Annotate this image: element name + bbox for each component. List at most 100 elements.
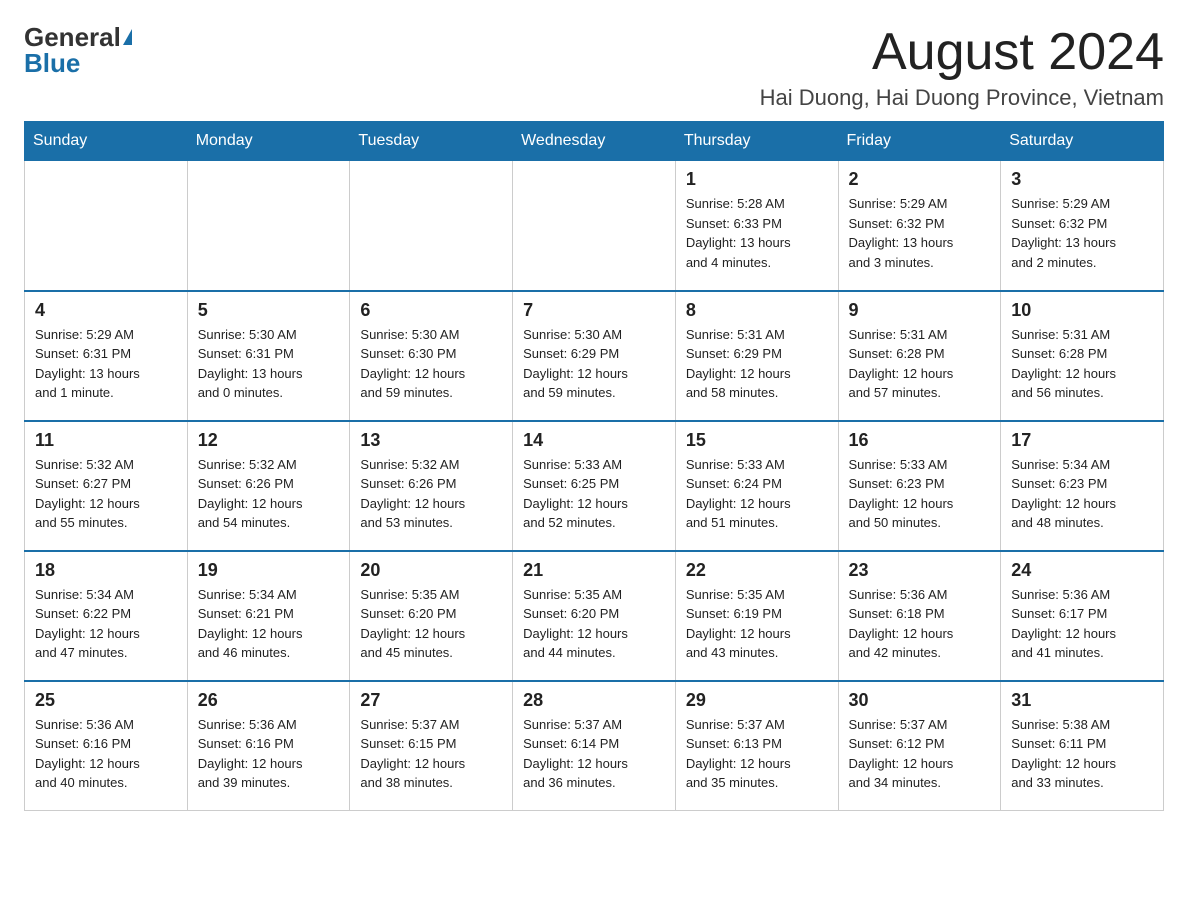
day-info: Sunrise: 5:33 AMSunset: 6:24 PMDaylight:…: [686, 455, 828, 533]
calendar-cell: [187, 161, 350, 291]
day-number: 26: [198, 690, 340, 711]
weekday-header-row: SundayMondayTuesdayWednesdayThursdayFrid…: [25, 122, 1164, 161]
day-number: 5: [198, 300, 340, 321]
day-info: Sunrise: 5:30 AMSunset: 6:30 PMDaylight:…: [360, 325, 502, 403]
day-info: Sunrise: 5:33 AMSunset: 6:25 PMDaylight:…: [523, 455, 665, 533]
day-info: Sunrise: 5:37 AMSunset: 6:15 PMDaylight:…: [360, 715, 502, 793]
calendar-cell: 8 Sunrise: 5:31 AMSunset: 6:29 PMDaylight…: [675, 291, 838, 421]
calendar-cell: 2 Sunrise: 5:29 AMSunset: 6:32 PMDaylight…: [838, 161, 1001, 291]
calendar-cell: 26 Sunrise: 5:36 AMSunset: 6:16 PMDayligh…: [187, 681, 350, 811]
calendar-cell: 16 Sunrise: 5:33 AMSunset: 6:23 PMDayligh…: [838, 421, 1001, 551]
day-number: 29: [686, 690, 828, 711]
calendar-cell: 17 Sunrise: 5:34 AMSunset: 6:23 PMDayligh…: [1001, 421, 1164, 551]
day-info: Sunrise: 5:35 AMSunset: 6:19 PMDaylight:…: [686, 585, 828, 663]
day-number: 4: [35, 300, 177, 321]
day-info: Sunrise: 5:29 AMSunset: 6:31 PMDaylight:…: [35, 325, 177, 403]
day-info: Sunrise: 5:37 AMSunset: 6:12 PMDaylight:…: [849, 715, 991, 793]
calendar-cell: 28 Sunrise: 5:37 AMSunset: 6:14 PMDayligh…: [513, 681, 676, 811]
day-info: Sunrise: 5:36 AMSunset: 6:18 PMDaylight:…: [849, 585, 991, 663]
calendar-cell: 29 Sunrise: 5:37 AMSunset: 6:13 PMDayligh…: [675, 681, 838, 811]
day-info: Sunrise: 5:31 AMSunset: 6:29 PMDaylight:…: [686, 325, 828, 403]
day-info: Sunrise: 5:36 AMSunset: 6:16 PMDaylight:…: [35, 715, 177, 793]
weekday-header-monday: Monday: [187, 122, 350, 161]
day-number: 28: [523, 690, 665, 711]
calendar-cell: 10 Sunrise: 5:31 AMSunset: 6:28 PMDayligh…: [1001, 291, 1164, 421]
day-info: Sunrise: 5:32 AMSunset: 6:27 PMDaylight:…: [35, 455, 177, 533]
calendar-cell: 27 Sunrise: 5:37 AMSunset: 6:15 PMDayligh…: [350, 681, 513, 811]
calendar-cell: 14 Sunrise: 5:33 AMSunset: 6:25 PMDayligh…: [513, 421, 676, 551]
day-info: Sunrise: 5:32 AMSunset: 6:26 PMDaylight:…: [198, 455, 340, 533]
day-number: 22: [686, 560, 828, 581]
day-number: 16: [849, 430, 991, 451]
day-number: 14: [523, 430, 665, 451]
weekday-header-wednesday: Wednesday: [513, 122, 676, 161]
calendar-cell: 9Sunrise: 5:31 AMSunset: 6:28 PMDaylight…: [838, 291, 1001, 421]
weekday-header-thursday: Thursday: [675, 122, 838, 161]
calendar-cell: 22 Sunrise: 5:35 AMSunset: 6:19 PMDayligh…: [675, 551, 838, 681]
logo-triangle-icon: [123, 29, 132, 45]
day-number: 20: [360, 560, 502, 581]
day-number: 23: [849, 560, 991, 581]
calendar-cell: [25, 161, 188, 291]
day-number: 8: [686, 300, 828, 321]
weekday-header-tuesday: Tuesday: [350, 122, 513, 161]
calendar-cell: 21Sunrise: 5:35 AMSunset: 6:20 PMDayligh…: [513, 551, 676, 681]
day-info: Sunrise: 5:36 AMSunset: 6:16 PMDaylight:…: [198, 715, 340, 793]
day-info: Sunrise: 5:35 AMSunset: 6:20 PMDaylight:…: [360, 585, 502, 663]
calendar-cell: 1 Sunrise: 5:28 AMSunset: 6:33 PMDaylight…: [675, 161, 838, 291]
day-number: 3: [1011, 169, 1153, 190]
day-number: 11: [35, 430, 177, 451]
day-info: Sunrise: 5:31 AMSunset: 6:28 PMDaylight:…: [849, 325, 991, 403]
calendar-cell: 25 Sunrise: 5:36 AMSunset: 6:16 PMDayligh…: [25, 681, 188, 811]
calendar-week-1: 1 Sunrise: 5:28 AMSunset: 6:33 PMDaylight…: [25, 161, 1164, 291]
day-number: 15: [686, 430, 828, 451]
day-info: Sunrise: 5:28 AMSunset: 6:33 PMDaylight:…: [686, 194, 828, 272]
day-number: 13: [360, 430, 502, 451]
calendar-cell: 23 Sunrise: 5:36 AMSunset: 6:18 PMDayligh…: [838, 551, 1001, 681]
day-info: Sunrise: 5:37 AMSunset: 6:13 PMDaylight:…: [686, 715, 828, 793]
calendar-cell: 18Sunrise: 5:34 AMSunset: 6:22 PMDayligh…: [25, 551, 188, 681]
calendar-cell: 5 Sunrise: 5:30 AMSunset: 6:31 PMDaylight…: [187, 291, 350, 421]
day-number: 19: [198, 560, 340, 581]
day-info: Sunrise: 5:30 AMSunset: 6:31 PMDaylight:…: [198, 325, 340, 403]
calendar-cell: 20 Sunrise: 5:35 AMSunset: 6:20 PMDayligh…: [350, 551, 513, 681]
calendar-cell: [350, 161, 513, 291]
day-info: Sunrise: 5:33 AMSunset: 6:23 PMDaylight:…: [849, 455, 991, 533]
day-number: 7: [523, 300, 665, 321]
day-number: 30: [849, 690, 991, 711]
day-number: 31: [1011, 690, 1153, 711]
day-info: Sunrise: 5:31 AMSunset: 6:28 PMDaylight:…: [1011, 325, 1153, 403]
month-title: August 2024: [760, 24, 1164, 81]
title-block: August 2024 Hai Duong, Hai Duong Provinc…: [760, 24, 1164, 111]
day-number: 2: [849, 169, 991, 190]
calendar-cell: [513, 161, 676, 291]
day-number: 27: [360, 690, 502, 711]
day-info: Sunrise: 5:29 AMSunset: 6:32 PMDaylight:…: [849, 194, 991, 272]
calendar-cell: 12 Sunrise: 5:32 AMSunset: 6:26 PMDayligh…: [187, 421, 350, 551]
calendar-cell: 3Sunrise: 5:29 AMSunset: 6:32 PMDaylight…: [1001, 161, 1164, 291]
day-number: 17: [1011, 430, 1153, 451]
day-number: 25: [35, 690, 177, 711]
calendar-week-2: 4 Sunrise: 5:29 AMSunset: 6:31 PMDaylight…: [25, 291, 1164, 421]
calendar-cell: 6Sunrise: 5:30 AMSunset: 6:30 PMDaylight…: [350, 291, 513, 421]
weekday-header-friday: Friday: [838, 122, 1001, 161]
page-header: General Blue August 2024 Hai Duong, Hai …: [24, 24, 1164, 111]
logo-general: General: [24, 24, 121, 50]
calendar-cell: 7 Sunrise: 5:30 AMSunset: 6:29 PMDaylight…: [513, 291, 676, 421]
logo-blue: Blue: [24, 50, 80, 76]
calendar-cell: 11 Sunrise: 5:32 AMSunset: 6:27 PMDayligh…: [25, 421, 188, 551]
day-info: Sunrise: 5:34 AMSunset: 6:21 PMDaylight:…: [198, 585, 340, 663]
calendar-cell: 15 Sunrise: 5:33 AMSunset: 6:24 PMDayligh…: [675, 421, 838, 551]
day-number: 1: [686, 169, 828, 190]
day-info: Sunrise: 5:30 AMSunset: 6:29 PMDaylight:…: [523, 325, 665, 403]
day-number: 18: [35, 560, 177, 581]
day-number: 12: [198, 430, 340, 451]
calendar-cell: 19 Sunrise: 5:34 AMSunset: 6:21 PMDayligh…: [187, 551, 350, 681]
day-info: Sunrise: 5:32 AMSunset: 6:26 PMDaylight:…: [360, 455, 502, 533]
day-info: Sunrise: 5:34 AMSunset: 6:23 PMDaylight:…: [1011, 455, 1153, 533]
weekday-header-sunday: Sunday: [25, 122, 188, 161]
day-info: Sunrise: 5:37 AMSunset: 6:14 PMDaylight:…: [523, 715, 665, 793]
day-number: 10: [1011, 300, 1153, 321]
calendar-cell: 4 Sunrise: 5:29 AMSunset: 6:31 PMDaylight…: [25, 291, 188, 421]
location: Hai Duong, Hai Duong Province, Vietnam: [760, 85, 1164, 111]
